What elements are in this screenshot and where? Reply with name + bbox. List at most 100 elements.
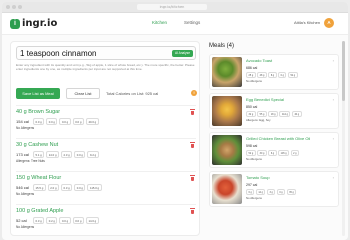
scrollbar-thumb[interactable]: [342, 41, 345, 101]
nutrient-chip: 48 g: [257, 72, 267, 78]
nutrient-chip: 25 g: [246, 72, 256, 78]
nutrient-chip: 9.2 g: [87, 151, 99, 158]
info-icon[interactable]: !: [191, 90, 197, 96]
nutrient-chip: 0.0 g: [72, 118, 84, 125]
chevron-right-icon[interactable]: ›: [333, 136, 334, 141]
meal-allergens: No Allergens: [246, 196, 262, 200]
meal-card[interactable]: Grilled Chicken Breast with Olive Oil 59…: [209, 132, 339, 168]
ingredient-item: 40 g Brown Sugar 154 cal 0.0 g 0.0 g 0.0…: [16, 105, 196, 137]
trash-icon[interactable]: [190, 109, 195, 115]
nutrient-chip: 0.0 g: [46, 118, 58, 125]
meal-card[interactable]: Avocado Toast 686 cal 25 g 48 g 8 g 0 g …: [209, 54, 339, 90]
nutrient-chip: 40 g: [291, 111, 302, 117]
ingredient-calories: 173 cal: [16, 152, 29, 157]
nav-settings[interactable]: Settings: [184, 20, 200, 25]
kitchen-name: Attila's Kitchen: [294, 20, 321, 25]
nutrient-chip: 14.0 g: [85, 217, 99, 224]
nutrient-chip: 0 g: [278, 72, 287, 78]
nutrient-chip: 30 g: [257, 150, 267, 156]
nutrient-chip: 3 g: [266, 189, 276, 195]
nutrient-chip: 145 g: [278, 150, 290, 156]
ingredient-name: 100 g Grated Apple: [16, 208, 64, 214]
ingredient-allergens: No Allergens: [16, 192, 35, 196]
nutrient-chip: 115.0 g: [87, 184, 102, 191]
trash-icon[interactable]: [190, 175, 195, 181]
meal-calories: 686 cal: [246, 66, 258, 70]
meal-thumbnail: [212, 57, 242, 87]
window-minimize-control[interactable]: [12, 5, 16, 9]
meal-allergens: No Allergens: [246, 157, 262, 161]
chevron-right-icon[interactable]: ›: [333, 97, 334, 102]
nutrient-chip: 0.0 g: [74, 184, 86, 191]
meal-card[interactable]: Tomato Soup 297 cal 6 g 14 g 3 g 0 g 35 …: [209, 171, 339, 207]
meals-title: Meals (4): [209, 43, 235, 49]
nutrient-chip: 35 g: [286, 189, 297, 195]
meals-panel: Meals (4) Avocado Toast 686 cal 25 g 48 …: [207, 41, 347, 240]
scrollbar[interactable]: [342, 41, 345, 236]
save-list-button[interactable]: Save List as Meal: [16, 88, 60, 99]
analyse-button[interactable]: AI Analyse: [171, 50, 193, 57]
window-close-control[interactable]: [6, 5, 10, 9]
logo[interactable]: i ingr.io: [10, 18, 57, 29]
ingredient-item: 100 g Grated Apple 52 cal 0.3 g 0.2 g 0.…: [16, 204, 196, 236]
nutrient-chip: 6 g: [268, 150, 277, 156]
nutrient-chip: 18 g: [268, 111, 278, 117]
ingredient-input-value: 1 teaspoon cinnamon: [20, 49, 97, 58]
nutrient-chip: 0.0 g: [74, 151, 86, 158]
meal-thumbnail: [212, 135, 242, 165]
ingredient-allergens: No Allergens: [16, 126, 35, 130]
browser-window: ingr.io/kitchen i ingr.io Kitchen Settin…: [2, 2, 348, 240]
meal-card[interactable]: Egg Benedict Special 850 cal 32 g 55 g 1…: [209, 93, 339, 129]
ingredient-item: 30 g Cashew Nut 173 cal 5.1 g 14.0 g 2.3…: [16, 138, 196, 170]
meal-name: Egg Benedict Special: [246, 97, 285, 102]
ingredient-item: 150 g Wheat Flour 546 cal 15.5 g 2.0 g 0…: [16, 171, 196, 203]
ingredient-input[interactable]: 1 teaspoon cinnamon AI Analyse: [16, 46, 196, 60]
meal-name: Avocado Toast: [246, 58, 273, 63]
total-calories: Total Calories on List: 925 cal: [106, 91, 159, 96]
ingredient-name: 40 g Brown Sugar: [16, 109, 61, 115]
chevron-right-icon[interactable]: ›: [333, 175, 334, 180]
nutrient-chip: 0 g: [276, 189, 286, 195]
trash-icon[interactable]: [190, 142, 195, 148]
nutrient-chip: 412 g: [279, 111, 291, 117]
nutrient-chip: 0.0 g: [72, 217, 84, 224]
chevron-right-icon[interactable]: ›: [333, 58, 334, 63]
app-header: i ingr.io Kitchen Settings Attila's Kitc…: [2, 13, 348, 35]
nutrient-chip: 40.0 g: [85, 118, 99, 125]
nutrient-chip: 0.3 g: [61, 184, 73, 191]
meal-calories: 598 cal: [246, 144, 258, 148]
nutrient-chip: 2 g: [290, 150, 299, 156]
nutrient-chip: 0.2 g: [46, 217, 58, 224]
meal-allergens: No Allergens: [246, 79, 262, 83]
nutrient-chip: 52 g: [246, 150, 256, 156]
ingredient-calories: 52 cal: [16, 218, 27, 223]
ingredient-panel: 1 teaspoon cinnamon AI Analyse Enter any…: [10, 41, 200, 236]
ingredient-name: 30 g Cashew Nut: [16, 142, 59, 148]
nutrient-chip: 55 g: [257, 111, 267, 117]
nutrient-chip: 2.3 g: [61, 151, 73, 158]
ingredient-allergens: Allergens: Tree Nuts: [16, 159, 45, 163]
logo-mark: i: [10, 18, 20, 29]
ingredient-allergens: No Allergens: [16, 225, 35, 229]
nutrient-chip: 52 g: [287, 72, 298, 78]
address-bar[interactable]: ingr.io/kitchen: [137, 4, 207, 10]
meal-calories: 297 cal: [246, 183, 258, 187]
nutrient-chip: 6 g: [246, 189, 255, 195]
input-help-text: Enter any ingredient with its quantity a…: [16, 63, 195, 71]
trash-icon[interactable]: [190, 208, 195, 214]
nutrient-chip: 32 g: [246, 111, 256, 117]
ingredient-calories: 154 cal: [16, 119, 29, 124]
meal-allergens: Allergens: Egg, Soy: [246, 118, 271, 122]
clear-list-button[interactable]: Clear List: [66, 88, 100, 99]
nutrient-chip: 14.0 g: [46, 151, 60, 158]
browser-titlebar: ingr.io/kitchen: [2, 2, 348, 13]
window-maximize-control[interactable]: [18, 5, 22, 9]
avatar[interactable]: A: [324, 18, 334, 28]
nutrient-chip: 0.0 g: [33, 118, 45, 125]
nutrient-chip: 2.0 g: [47, 184, 60, 191]
nutrient-chip: 14 g: [255, 189, 266, 195]
ingredient-name: 150 g Wheat Flour: [16, 175, 62, 181]
meal-name: Tomato Soup: [246, 175, 270, 180]
nav-kitchen[interactable]: Kitchen: [152, 20, 167, 25]
meal-calories: 850 cal: [246, 105, 258, 109]
